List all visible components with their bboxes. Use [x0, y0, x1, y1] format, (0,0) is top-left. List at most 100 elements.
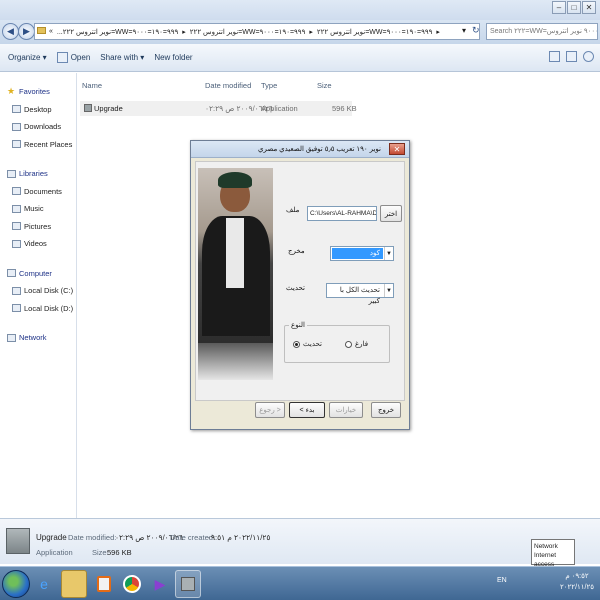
- sidebar-label: Videos: [24, 239, 47, 249]
- sidebar-item-videos[interactable]: Videos: [0, 235, 76, 253]
- sidebar-item-libraries[interactable]: Libraries: [0, 165, 76, 183]
- back-step-button[interactable]: رجوع >: [255, 402, 285, 418]
- start-button-windows-icon[interactable]: [2, 570, 30, 598]
- sidebar-item-network[interactable]: Network: [0, 329, 76, 347]
- drive-icon: [12, 304, 21, 313]
- share-with-label: Share with ▾: [100, 53, 145, 62]
- output-selected-value: كود: [332, 248, 383, 259]
- share-with-button[interactable]: Share with ▾: [100, 53, 144, 62]
- close-button[interactable]: ✕: [582, 1, 596, 14]
- details-size: 596 KB: [107, 548, 132, 557]
- clock-time: ٠٩:٥٢ م: [565, 573, 589, 580]
- open-button[interactable]: Open: [56, 52, 91, 63]
- upgrade-app-icon[interactable]: [175, 570, 201, 598]
- radio-update-label: تحديث: [303, 341, 322, 348]
- sidebar-item-desktop[interactable]: Desktop: [0, 101, 76, 119]
- taskbar: e ▶ EN ٠٩:٥٢ م ٢٠٢٢/١١/٢٥: [0, 566, 600, 600]
- videos-icon: [12, 239, 21, 248]
- network-icon: [7, 333, 16, 342]
- column-size[interactable]: Size: [317, 81, 332, 90]
- options-button[interactable]: خيارات: [329, 402, 363, 418]
- sidebar-item-recent-places[interactable]: Recent Places: [0, 136, 76, 154]
- breadcrumb-separator[interactable]: ▸: [182, 28, 186, 36]
- sidebar-label: Network: [19, 333, 47, 343]
- sidebar-label: Documents: [24, 186, 62, 196]
- view-options-icon[interactable]: [549, 51, 560, 62]
- sidebar-item-favorites[interactable]: ★ Favorites: [0, 83, 76, 101]
- column-date-modified[interactable]: Date modified: [205, 81, 251, 90]
- application-icon: [84, 104, 92, 112]
- update-select[interactable]: تحديث الكل با كبير ▼: [326, 283, 394, 305]
- radio-unselected-icon: [345, 340, 352, 348]
- upgrade-dialog: نوير ١٩٠ تعريب ٥٫٥ توفيق الصعيدي مصري ✕ …: [190, 140, 410, 430]
- new-folder-label: New folder: [154, 53, 193, 62]
- new-folder-button[interactable]: New folder: [154, 53, 192, 62]
- sidebar-item-local-disk-c[interactable]: Local Disk (C:): [0, 282, 76, 300]
- visual-studio-icon[interactable]: ▶: [147, 570, 173, 598]
- exit-button[interactable]: خروج: [371, 402, 401, 418]
- breadcrumb-segment[interactable]: ...نوير اتتروس ٢٢٢=WW=٩٩٩=١٩٠=٩٠٠٠: [57, 28, 178, 36]
- sidebar-label: Pictures: [24, 221, 52, 231]
- details-pane: Upgrade Application Date modified: ٢٠٠٩/…: [0, 518, 600, 564]
- refresh-icon[interactable]: ↻: [472, 25, 480, 36]
- clock-date: ٢٠٢٢/١١/٢٥: [560, 584, 594, 591]
- sidebar-label: Downloads: [24, 122, 62, 132]
- breadcrumb-segment[interactable]: نوير اتتروس ٢٢٢=WW=٩٩٩=١٩٠=٩٠٠٠: [317, 28, 433, 36]
- navigation-pane: ★ Favorites Desktop Downloads Recent Plac…: [0, 73, 77, 518]
- sidebar-item-music[interactable]: Music: [0, 200, 76, 218]
- address-bar[interactable]: « ...نوير اتتروس ٢٢٢=WW=٩٩٩=١٩٠=٩٠٠٠ ▸ ن…: [34, 23, 480, 40]
- start-button[interactable]: < بدء: [289, 402, 325, 418]
- computer-icon: [7, 269, 16, 278]
- clock[interactable]: ٠٩:٥٢ م ٢٠٢٢/١١/٢٥: [560, 571, 594, 593]
- browse-button[interactable]: اختر: [380, 205, 402, 222]
- file-label: ملف: [286, 207, 300, 214]
- language-indicator[interactable]: EN: [497, 577, 507, 584]
- address-dropdown-icon[interactable]: ▾: [462, 26, 466, 35]
- dialog-close-button[interactable]: ✕: [389, 143, 405, 155]
- radio-empty[interactable]: فارغ: [345, 340, 368, 348]
- minimize-button[interactable]: –: [552, 1, 566, 14]
- command-bar: Organize ▾ Open Share with ▾ New folder: [0, 44, 600, 72]
- breadcrumb-overflow[interactable]: «: [49, 28, 53, 35]
- sidebar-label: Local Disk (D:): [24, 303, 74, 313]
- open-label: Open: [70, 53, 91, 62]
- sidebar-item-local-disk-d[interactable]: Local Disk (D:): [0, 300, 76, 318]
- type-group-title: النوع: [289, 321, 307, 329]
- column-type[interactable]: Type: [261, 81, 277, 90]
- file-row[interactable]: Upgrade ٢٠٠٩/٠٦/٢٦ ص ٠٢:٢٩ Application 5…: [80, 101, 357, 116]
- breadcrumb-separator[interactable]: ▸: [436, 28, 440, 36]
- preview-pane-icon[interactable]: [566, 51, 577, 62]
- dialog-title-bar: نوير ١٩٠ تعريب ٥٫٥ توفيق الصعيدي مصري ✕: [191, 141, 409, 158]
- output-select[interactable]: كود ▼: [330, 246, 394, 261]
- sidebar-item-computer[interactable]: Computer: [0, 265, 76, 283]
- back-button[interactable]: ◀: [2, 23, 19, 40]
- sidebar-item-pictures[interactable]: Pictures: [0, 218, 76, 236]
- sidebar-item-downloads[interactable]: Downloads: [0, 118, 76, 136]
- maximize-button[interactable]: □: [567, 1, 581, 14]
- radio-update[interactable]: تحديث: [293, 340, 322, 348]
- help-icon[interactable]: [583, 51, 594, 62]
- breadcrumb-segment[interactable]: نوير اتتروس ٢٢٢=WW=٩٩٩=١٩٠=٩٠٠٠: [190, 28, 306, 36]
- chevron-down-icon: ▼: [384, 284, 393, 297]
- search-input[interactable]: Search ٢٢٢=WW=٩٩٩=١٩٠=٩٠٠٠ نوير اتتروس: [486, 23, 598, 40]
- sidebar-item-documents[interactable]: Documents: [0, 183, 76, 201]
- chrome-icon[interactable]: [119, 570, 145, 598]
- internet-explorer-icon[interactable]: e: [31, 570, 57, 598]
- organize-button[interactable]: Organize ▾: [8, 53, 47, 62]
- network-tooltip: Network Internet access: [531, 539, 575, 568]
- folder-icon: [37, 27, 46, 34]
- details-type: Application: [36, 548, 73, 557]
- column-name[interactable]: Name: [82, 81, 102, 90]
- file-explorer-icon[interactable]: [61, 570, 87, 598]
- recent-places-icon: [12, 140, 21, 149]
- documents-icon: [12, 187, 21, 196]
- file-path-input[interactable]: C:\Users\AL-RAHMA\Deskto: [307, 206, 377, 221]
- media-player-icon[interactable]: [91, 570, 117, 598]
- forward-button[interactable]: ▶: [18, 23, 35, 40]
- output-label: مخرج: [288, 248, 305, 255]
- details-date-created: ٢٠٢٢/١١/٢٥ م ٠٩:٥١: [207, 533, 271, 542]
- dialog-title: نوير ١٩٠ تعريب ٥٫٥ توفيق الصعيدي مصري: [258, 146, 381, 153]
- pictures-icon: [12, 222, 21, 231]
- file-type: Application: [261, 104, 298, 113]
- breadcrumb-separator[interactable]: ▸: [309, 28, 313, 36]
